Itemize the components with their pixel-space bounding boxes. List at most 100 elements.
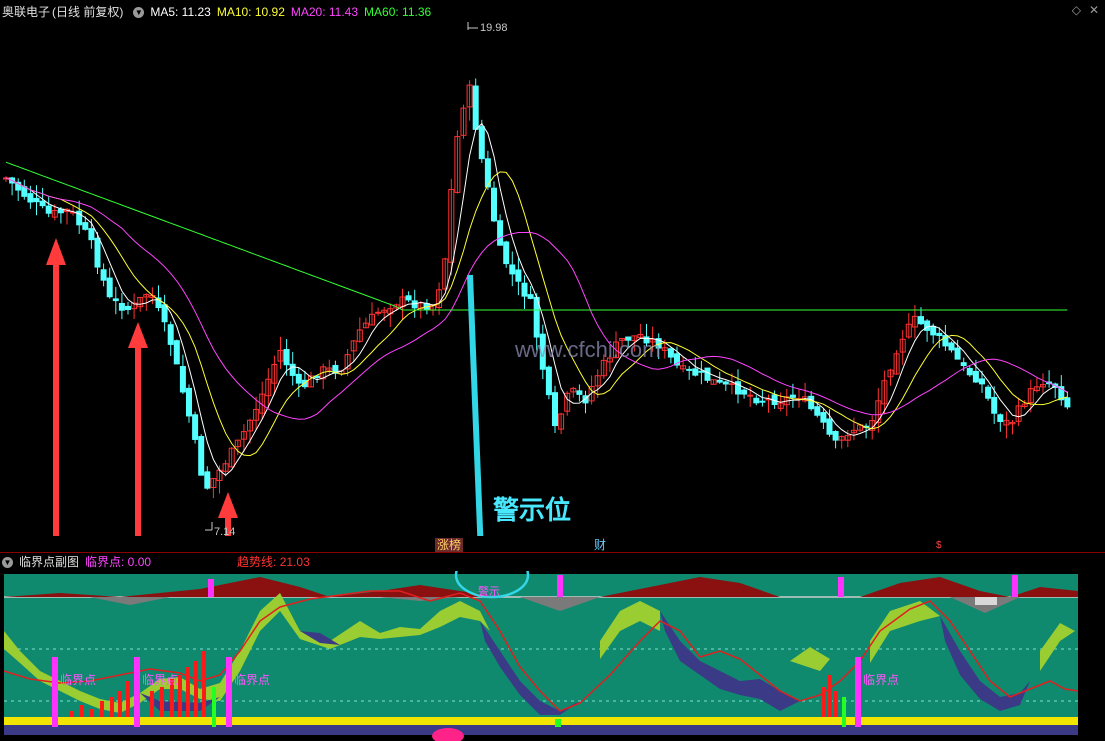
candle-body [497, 220, 504, 246]
warn-label: 警示 [478, 586, 500, 598]
critical-label-4: 临界点 [863, 673, 900, 687]
high-price-label: 19.98 [480, 22, 508, 34]
candle-body [972, 370, 979, 383]
candle-body [39, 200, 46, 207]
critical-label-2: 临界点 [142, 673, 179, 687]
sub-red-bar [186, 667, 190, 717]
candle-body [686, 368, 693, 371]
candle-body [759, 400, 766, 403]
candle-body [515, 269, 522, 282]
candle-body [478, 126, 485, 160]
candle-body [503, 241, 510, 265]
sub-red-bar [160, 687, 164, 717]
candle-body [295, 373, 302, 384]
candle-body [289, 363, 296, 376]
sub-red-bar [110, 697, 114, 717]
chevron-down-icon[interactable]: ▼ [2, 557, 13, 569]
candle-body [997, 414, 1004, 422]
red-arrows [46, 238, 238, 536]
candle-body [741, 389, 748, 395]
candle-body [527, 294, 534, 299]
candle-body [1064, 397, 1071, 408]
candle-body [192, 414, 199, 440]
event-s-marker[interactable]: $ [934, 538, 944, 553]
candle-body [88, 228, 95, 241]
candle-body [808, 395, 815, 410]
sub-red-bar [822, 687, 826, 717]
candle-body [179, 366, 186, 393]
sub-red-bar [70, 711, 74, 717]
candle-body [472, 85, 479, 130]
trend-value: 趋势线: 21.03 [237, 555, 310, 569]
candle-body [753, 397, 760, 404]
candle-body [936, 332, 943, 336]
candle-body [186, 387, 192, 417]
candle-body [82, 222, 89, 230]
candles-layer [3, 78, 1071, 499]
candle-body [45, 205, 52, 214]
warning-annotation: 警示位 [493, 496, 572, 526]
candle-body [94, 237, 101, 268]
candle-body [173, 340, 180, 365]
candle-body [966, 368, 973, 376]
sub-panel-header: ▼ 临界点副图 临界点: 0.00 趋势线: 21.03 [2, 553, 316, 571]
candle-body [820, 412, 827, 423]
candle-body [985, 386, 992, 399]
candle-body [112, 298, 119, 302]
candle-body [704, 367, 711, 381]
low-price-label: 7.14 [214, 526, 236, 538]
candle-body [167, 324, 174, 345]
candlestick-chart[interactable] [0, 0, 1105, 536]
candle-body [960, 362, 967, 367]
candle-body [375, 311, 382, 314]
candle-body [521, 282, 528, 297]
finance-marker[interactable]: 财 [592, 538, 608, 553]
sub-red-bar [150, 691, 154, 717]
candle-body [411, 300, 418, 309]
candle-body [491, 187, 497, 222]
sub-red-bar [194, 661, 198, 717]
candle-body [33, 197, 40, 203]
limit-up-marker[interactable]: 涨榜 [435, 538, 464, 553]
candle-body [692, 368, 699, 376]
candle-body [106, 277, 113, 298]
candle-body [283, 349, 290, 366]
candle-body [552, 392, 558, 427]
ma60-line [5, 161, 1068, 311]
candle-body [716, 379, 723, 383]
candle-body [930, 325, 937, 336]
candle-body [198, 436, 205, 476]
candle-body [100, 269, 107, 281]
candle-body [667, 348, 674, 358]
sub-red-bar [834, 691, 838, 717]
critical-point-indicator[interactable] [0, 571, 1105, 741]
candle-body [948, 342, 955, 351]
candle-body [918, 316, 924, 325]
critical-value: 临界点: 0.00 [85, 555, 152, 569]
candle-body [125, 305, 131, 311]
sub-red-bar [178, 675, 182, 717]
sub-red-bar [100, 701, 104, 717]
sub-red-bar [126, 681, 130, 717]
cyan-arrow [467, 274, 484, 536]
candle-body [924, 320, 931, 331]
price-extremes [205, 22, 478, 531]
candle-body [204, 471, 211, 489]
yellow-strip [4, 717, 1078, 725]
sub-red-bar [202, 651, 206, 717]
candle-body [954, 347, 961, 360]
sub-red-bar [828, 675, 832, 717]
candle-body [814, 406, 821, 416]
sub-panel-title: 临界点副图 [19, 555, 80, 569]
candle-body [509, 264, 516, 275]
sub-red-bar [90, 709, 94, 717]
stock-chart-window: 奥联电子 (日线 前复权) ▼ MA5: 11.23 MA10: 10.92 MA20: … [0, 0, 1105, 741]
candle-body [789, 394, 796, 398]
candle-body [979, 378, 985, 385]
candle-body [576, 390, 583, 395]
candle-body [161, 304, 168, 323]
candle-body [545, 366, 552, 396]
candle-body [722, 381, 729, 385]
candle-body [118, 302, 125, 311]
candle-body [826, 418, 833, 435]
